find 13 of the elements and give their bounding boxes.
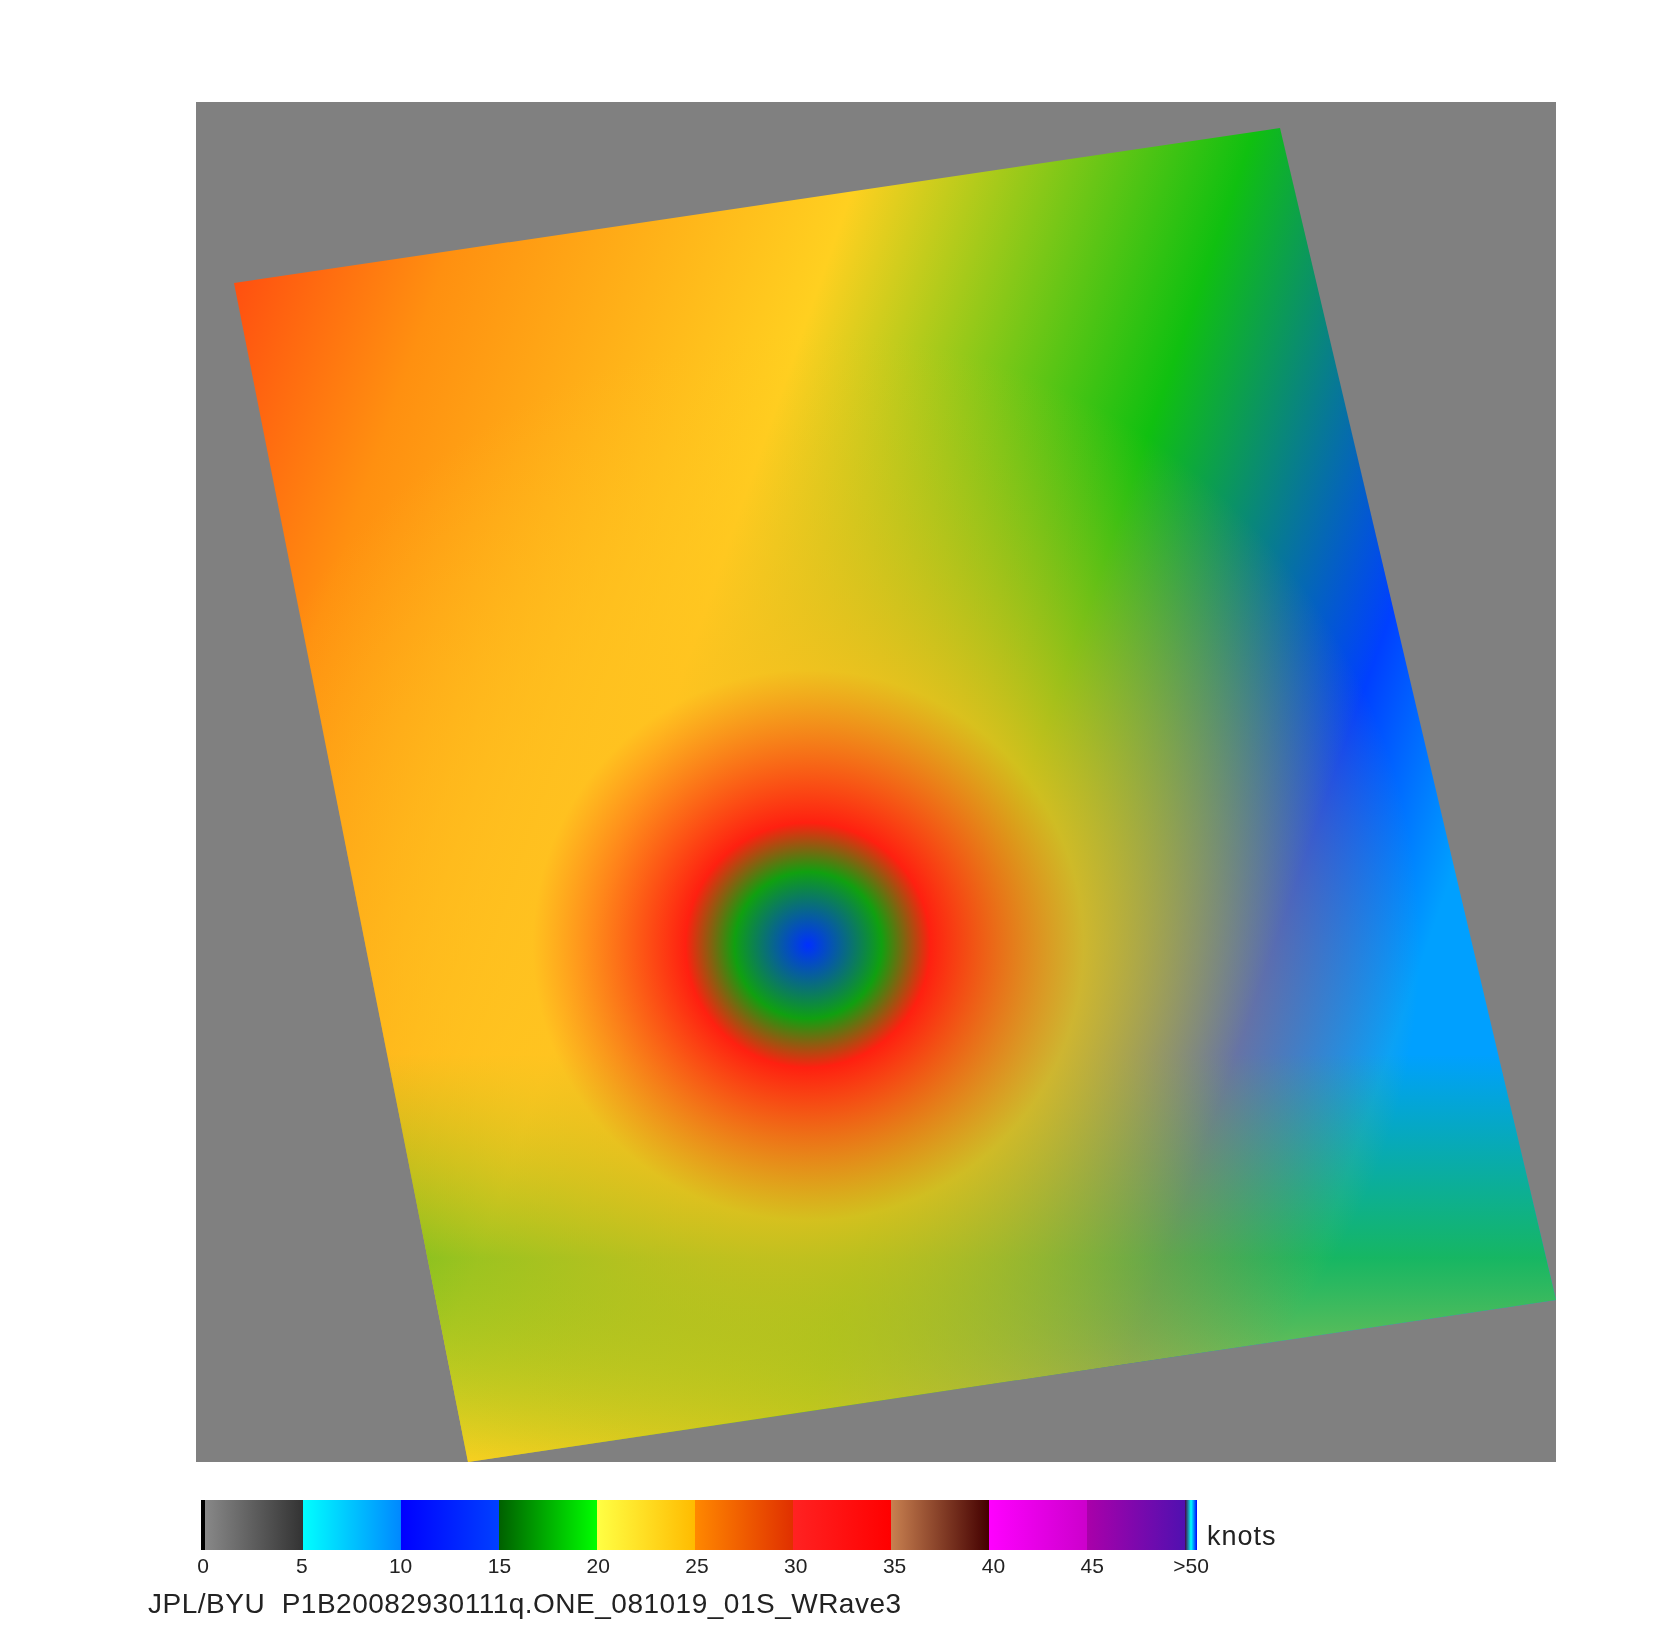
tick-label: 20 xyxy=(586,1554,610,1578)
tick-label: 45 xyxy=(1080,1554,1104,1578)
tick-label: 35 xyxy=(882,1554,907,1578)
tick-label: 30 xyxy=(784,1554,808,1578)
tick-label: 40 xyxy=(981,1554,1006,1578)
plot-caption: JPL/BYU P1B20082930111q.ONE_081019_01S_WRave3 xyxy=(148,1588,902,1619)
tick-label: >50 xyxy=(1173,1554,1209,1578)
unit-label: knots xyxy=(1207,1523,1277,1550)
tick-label: 5 xyxy=(295,1554,308,1578)
tick-label: 25 xyxy=(685,1554,709,1578)
tick-label: 15 xyxy=(487,1554,512,1578)
tick-label: 0 xyxy=(197,1554,209,1578)
tick-label: 10 xyxy=(388,1554,413,1578)
